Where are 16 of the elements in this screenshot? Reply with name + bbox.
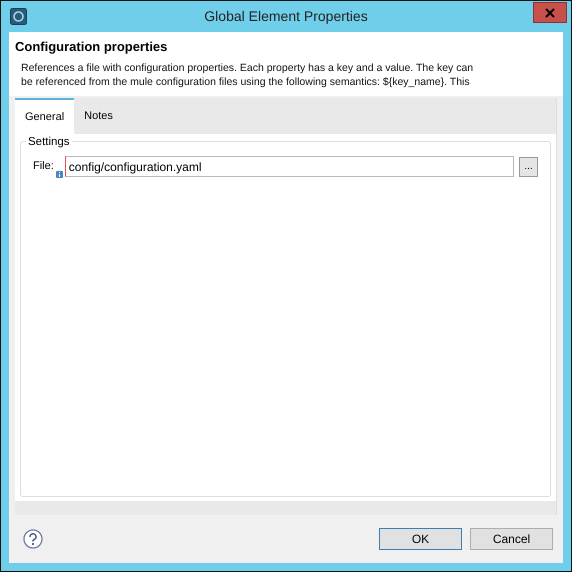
field-label: File:: [33, 159, 54, 174]
description-line: References a file with configuration properties. Each property has a key and a value. The key can: [21, 60, 474, 74]
close-button[interactable]: [533, 2, 567, 23]
file-input[interactable]: config/configuration.yaml: [64, 156, 514, 177]
info-icon: [56, 171, 63, 178]
tab[interactable]: General: [15, 98, 74, 134]
browse-button[interactable]: ...: [519, 156, 538, 176]
close-icon: [545, 8, 555, 18]
description-line: be referenced from the mule configuration files using the following semantics: ${key_name}. This: [21, 74, 471, 88]
help-icon[interactable]: [23, 529, 43, 549]
dialog-button[interactable]: OK: [379, 528, 462, 550]
app-icon: [10, 8, 27, 25]
dialog-button[interactable]: Cancel: [470, 528, 553, 550]
page-title: Configuration properties: [15, 38, 168, 56]
window-title: Global Element Properties: [204, 7, 368, 26]
tab[interactable]: Notes: [74, 98, 123, 134]
